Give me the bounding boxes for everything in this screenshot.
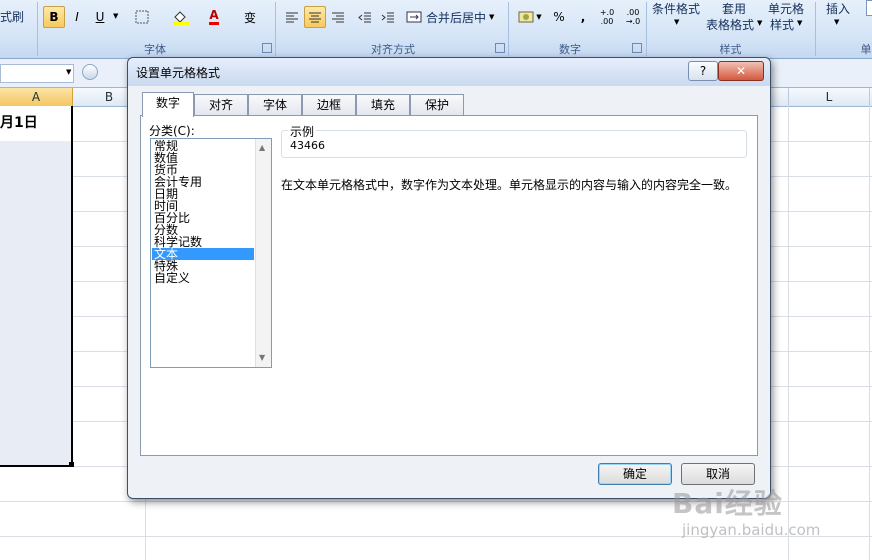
table-format-button[interactable]: 表格格式	[706, 16, 754, 33]
group-separator	[37, 2, 38, 56]
percent-button[interactable]: %	[547, 6, 571, 28]
format-painter-button[interactable]: 式刷	[0, 8, 24, 25]
align-center-button[interactable]	[304, 6, 326, 28]
list-item[interactable]: 自定义	[152, 272, 254, 284]
align-left-icon	[286, 12, 298, 23]
delete-button[interactable]	[866, 0, 872, 16]
conditional-format-button[interactable]: 条件格式	[652, 0, 700, 17]
merge-center-label: 合并后居中	[426, 10, 487, 25]
chevron-down-icon: ▼	[674, 18, 680, 26]
cell-style-label[interactable]: 单元格	[768, 0, 804, 17]
border-icon	[135, 10, 149, 24]
align-right-icon	[332, 12, 344, 23]
list-scrollbar[interactable]: ▲ ▼	[255, 139, 271, 367]
category-label: 分类(C):	[149, 124, 195, 138]
align-left-button[interactable]	[281, 6, 303, 28]
dialog-titlebar[interactable]: 设置单元格格式 ? ✕	[128, 58, 770, 86]
column-header-a[interactable]: A	[0, 88, 73, 106]
sample-value: 43466	[290, 139, 325, 152]
tab-panel-number: 分类(C): 常规 数值 货币 会计专用 日期 时间 百分比 分数 科学记数 文…	[140, 115, 758, 456]
fx-scroll-handle[interactable]	[82, 64, 98, 80]
phonetic-button[interactable]: 变	[233, 6, 267, 28]
tab-protection[interactable]: 保护	[410, 94, 464, 115]
font-color-icon: A	[209, 9, 219, 25]
ok-button[interactable]: 确定	[598, 463, 672, 485]
chevron-down-icon: ▼	[834, 18, 840, 26]
comma-button[interactable]: ,	[572, 6, 594, 28]
help-button[interactable]: ?	[688, 61, 718, 81]
italic-button[interactable]: I	[66, 6, 88, 28]
chevron-down-icon[interactable]: ▼	[66, 68, 71, 76]
cell-a1[interactable]: 月1日	[0, 106, 71, 141]
name-box[interactable]	[0, 64, 74, 83]
ribbon: 式刷 B I U ▼ A 变 字体 合并后居中 ▼ 对齐方式 ▼ % , +.0…	[0, 0, 872, 59]
decrease-indent-icon	[358, 12, 371, 23]
tab-border[interactable]: 边框	[302, 94, 356, 115]
chevron-down-icon: ▼	[489, 13, 495, 21]
column-header-l[interactable]: L	[789, 88, 870, 106]
category-list[interactable]: 常规 数值 货币 会计专用 日期 时间 百分比 分数 科学记数 文本 特殊 自定…	[150, 138, 272, 368]
fill-color-button[interactable]	[165, 6, 197, 28]
paint-bucket-icon	[173, 11, 189, 25]
apply-label[interactable]: 套用	[722, 0, 746, 17]
group-cells-title: 单	[860, 43, 872, 56]
chevron-down-icon: ▼	[536, 13, 542, 21]
sample-label: 示例	[288, 123, 317, 140]
watermark-brand: Bai经验	[672, 487, 783, 520]
tab-fill[interactable]: 填充	[356, 94, 410, 115]
increase-decimal-button[interactable]: +.0 .00	[594, 6, 620, 28]
bold-button[interactable]: B	[43, 6, 65, 28]
style-button[interactable]: 样式	[770, 16, 794, 33]
underline-button[interactable]: U	[89, 6, 111, 28]
format-cells-dialog: 设置单元格格式 ? ✕ 数字 对齐 字体 边框 填充 保护 分类(C): 常规 …	[127, 57, 771, 499]
col-line	[869, 106, 870, 560]
group-number-title: 数字	[559, 43, 581, 56]
tab-font[interactable]: 字体	[248, 94, 302, 115]
merge-center-button[interactable]: 合并后居中 ▼	[405, 6, 502, 28]
merge-cells-icon	[406, 11, 422, 23]
increase-indent-button[interactable]	[377, 6, 399, 28]
decrease-indent-button[interactable]	[354, 6, 376, 28]
format-description: 在文本单元格格式中，数字作为文本处理。单元格显示的内容与输入的内容完全一致。	[281, 178, 738, 192]
group-font-title: 字体	[144, 43, 166, 56]
scroll-up-icon[interactable]: ▲	[259, 143, 265, 152]
currency-icon	[518, 11, 534, 23]
accounting-format-button[interactable]: ▼	[513, 6, 547, 28]
underline-dropdown-icon[interactable]: ▼	[113, 12, 118, 20]
border-button[interactable]	[127, 6, 157, 28]
increase-indent-icon	[381, 12, 394, 23]
phonetic-icon: 变	[243, 10, 256, 25]
watermark-url: jingyan.baidu.com	[682, 521, 821, 539]
decrease-decimal-button[interactable]: .00 →.0	[620, 6, 646, 28]
alignment-launcher-icon[interactable]	[495, 43, 505, 53]
selected-range-a[interactable]	[0, 106, 73, 467]
group-separator	[508, 2, 509, 56]
tab-number[interactable]: 数字	[142, 92, 194, 117]
group-separator	[646, 2, 647, 56]
col-line	[788, 106, 789, 560]
group-style-title: 样式	[719, 43, 742, 56]
close-button[interactable]: ✕	[718, 61, 764, 81]
font-color-button[interactable]: A	[199, 6, 229, 28]
chevron-down-icon: ▼	[757, 19, 763, 27]
insert-button[interactable]: 插入	[826, 0, 850, 17]
sample-box: 示例 43466	[281, 123, 747, 158]
group-separator	[275, 2, 276, 56]
tab-alignment[interactable]: 对齐	[194, 94, 248, 115]
font-launcher-icon[interactable]	[262, 43, 272, 53]
chevron-down-icon: ▼	[797, 19, 803, 27]
dialog-title: 设置单元格格式	[136, 66, 221, 80]
group-align-title: 对齐方式	[371, 43, 415, 56]
align-right-button[interactable]	[327, 6, 349, 28]
number-launcher-icon[interactable]	[632, 43, 642, 53]
group-separator	[815, 2, 816, 56]
align-center-icon	[309, 12, 321, 23]
fill-handle[interactable]	[69, 462, 74, 467]
scroll-down-icon[interactable]: ▼	[259, 353, 265, 362]
